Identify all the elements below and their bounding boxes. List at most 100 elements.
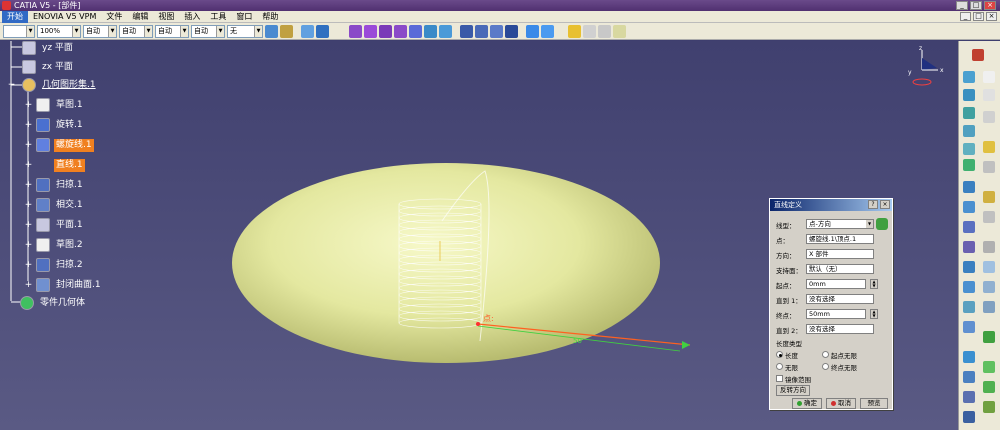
expand-icon[interactable]: + (24, 101, 33, 110)
measure-icon[interactable] (568, 24, 581, 38)
radio-infinite[interactable]: 无限 (776, 361, 798, 372)
menu-insert[interactable]: 插入 (179, 11, 205, 23)
expand-icon[interactable]: + (24, 241, 33, 250)
point-type-combo[interactable]: 自动 ▼ (155, 24, 189, 38)
offset-icon[interactable] (409, 24, 422, 38)
transparency-combo[interactable]: 100% ▼ (37, 24, 81, 38)
extrude-icon[interactable] (349, 24, 362, 38)
point-field[interactable]: 螺旋线.1\顶点.1 (806, 234, 874, 244)
tree-item-zx-plane[interactable]: zx 平面 (22, 60, 75, 74)
tree-item-close-surface-1[interactable]: 封闭曲面.1 (36, 278, 103, 292)
color-combo[interactable]: ▼ (3, 24, 35, 38)
tree-item-revolve-1[interactable]: 旋转.1 (36, 118, 85, 132)
doc-close-button[interactable]: × (986, 12, 997, 21)
expand-icon[interactable]: + (24, 261, 33, 270)
sphere-icon[interactable] (379, 24, 392, 38)
heal-icon[interactable] (475, 24, 488, 38)
rotate-icon[interactable] (983, 361, 995, 373)
tree-item-plane-1[interactable]: 平面.1 (36, 218, 85, 232)
select-trap-icon[interactable] (983, 89, 995, 101)
sweep-surface-icon[interactable] (963, 281, 975, 293)
type-select[interactable]: 点-方向 ▼ (806, 219, 874, 229)
analysis-icon[interactable] (583, 24, 596, 38)
radio-end-infinite[interactable]: 终点无限 (822, 361, 857, 372)
sphere-surface-icon[interactable] (963, 221, 975, 233)
render-style-combo[interactable]: 自动 ▼ (191, 24, 225, 38)
join-icon[interactable] (460, 24, 473, 38)
plane-icon[interactable] (963, 107, 975, 119)
upto2-field[interactable]: 没有选择 (806, 324, 874, 334)
tree-item-sweep-1[interactable]: 扫掠.1 (36, 178, 85, 192)
radio-length[interactable]: 长度 (776, 349, 798, 360)
circle-icon[interactable] (983, 261, 995, 273)
translate-icon[interactable] (983, 381, 995, 393)
radio-start-infinite[interactable]: 起点无限 (822, 349, 857, 360)
extrude-surface-icon[interactable] (963, 181, 975, 193)
layer-combo[interactable]: 无 ▼ (227, 24, 263, 38)
join-icon[interactable] (963, 351, 975, 363)
revolve-icon[interactable] (364, 24, 377, 38)
snap-icon[interactable] (316, 24, 329, 38)
offset-surface-icon[interactable] (963, 261, 975, 273)
end-field[interactable]: 50mm (806, 309, 866, 319)
tree-item-geometric-set[interactable]: 几何图形集.1 (22, 78, 98, 92)
apply-material-icon[interactable] (613, 24, 626, 38)
line-weight-combo[interactable]: 自动 ▼ (83, 24, 117, 38)
menu-edit[interactable]: 编辑 (127, 11, 153, 23)
fill-icon[interactable] (439, 24, 452, 38)
tree-item-sketch-1[interactable]: 草图.1 (36, 98, 85, 112)
point-icon[interactable] (963, 71, 975, 83)
tree-item-helix-1[interactable]: 螺旋线.1 (36, 138, 94, 152)
ok-button[interactable]: 确定 (792, 398, 822, 409)
sketch-icon[interactable] (983, 111, 995, 123)
properties-icon[interactable] (280, 24, 293, 38)
rectangle-icon[interactable] (983, 191, 995, 203)
expand-icon[interactable]: + (24, 141, 33, 150)
mirror-checkbox[interactable]: 镜像范围 (776, 373, 811, 384)
split-icon[interactable] (963, 371, 975, 383)
spline-icon[interactable] (963, 159, 975, 171)
cancel-button[interactable]: 取消 (826, 398, 856, 409)
line-type-icon[interactable] (876, 218, 888, 230)
projection-icon[interactable] (963, 125, 975, 137)
minimize-button[interactable]: _ (956, 1, 968, 10)
fill-surface-icon[interactable] (963, 301, 975, 313)
tree-item-sweep-2[interactable]: 扫掠.2 (36, 258, 85, 272)
polyline-icon[interactable] (983, 161, 995, 173)
revolve-surface-icon[interactable] (963, 201, 975, 213)
blend-icon[interactable] (963, 321, 975, 333)
constraint-icon[interactable] (983, 331, 995, 343)
expand-icon[interactable]: + (24, 201, 33, 210)
menu-tools[interactable]: 工具 (205, 11, 231, 23)
axis-icon[interactable] (983, 241, 995, 253)
tree-item-part-body[interactable]: 零件几何体 (20, 296, 87, 310)
split-icon[interactable] (490, 24, 503, 38)
direction-field[interactable]: X 部件 (806, 249, 874, 259)
ellipse-icon[interactable] (983, 281, 995, 293)
close-button[interactable]: × (984, 1, 996, 10)
exit-workbench-icon[interactable] (972, 49, 984, 61)
trim-icon[interactable] (963, 391, 975, 403)
spline-icon[interactable] (983, 301, 995, 313)
sweep-icon[interactable] (424, 24, 437, 38)
circle-icon[interactable] (963, 143, 975, 155)
grid-icon[interactable] (301, 24, 314, 38)
select-arrow-icon[interactable] (983, 71, 995, 83)
start-point[interactable] (476, 322, 480, 326)
upto1-field[interactable]: 没有选择 (806, 294, 874, 304)
expand-icon[interactable]: + (24, 181, 33, 190)
render-icon[interactable] (598, 24, 611, 38)
expand-icon[interactable]: + (24, 121, 33, 130)
support-field[interactable]: 默认（无） (806, 264, 874, 274)
tree-item-line-1[interactable]: 直线.1 (36, 158, 85, 172)
paint-brush-icon[interactable] (265, 24, 278, 38)
transform-icon[interactable] (963, 411, 975, 423)
scale-icon[interactable] (983, 401, 995, 413)
compass-widget[interactable]: z x y (905, 44, 945, 88)
menu-file[interactable]: 文件 (101, 11, 127, 23)
doc-minimize-button[interactable]: _ (960, 12, 971, 21)
boundary-icon[interactable] (526, 24, 539, 38)
cylinder-icon[interactable] (394, 24, 407, 38)
collapse-icon[interactable]: − (7, 81, 16, 90)
tree-item-intersect-1[interactable]: 相交.1 (36, 198, 85, 212)
